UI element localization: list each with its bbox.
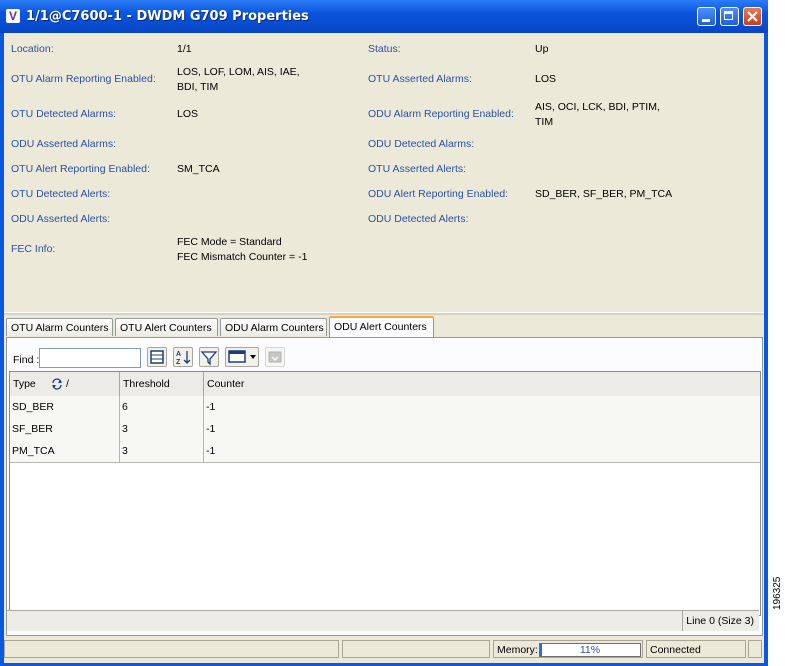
column-header-threshold[interactable]: Threshold (120, 372, 204, 396)
refresh-sort-icon (52, 378, 62, 390)
column-header-type[interactable]: Type / (10, 372, 120, 396)
memory-progress-bar: 11% (539, 643, 641, 657)
close-button[interactable] (743, 7, 762, 26)
otu-detected-alarms-label: OTU Detected Alarms: (11, 108, 117, 120)
properties-window: V 1/1@C7600-1 - DWDM G709 Properties Loc… (0, 0, 768, 666)
title-bar[interactable]: V 1/1@C7600-1 - DWDM G709 Properties (0, 0, 768, 33)
odu-alarm-reporting-label: ODU Alarm Reporting Enabled: (368, 108, 514, 120)
table-status-bar: Line 0 (Size 3) (7, 610, 759, 631)
status-cell-1 (4, 640, 339, 658)
alert-counters-table: Type / Threshold Counter SD_BER 6 -1 SF_… (9, 371, 761, 616)
maximize-icon (724, 11, 733, 20)
fec-info-value-line2: FEC Mismatch Counter = -1 (177, 251, 308, 263)
sort-order-indicator: / (66, 378, 69, 390)
cell-counter: -1 (206, 401, 216, 413)
otu-asserted-alarms-label: OTU Asserted Alarms: (368, 73, 472, 85)
otu-detected-alarms-value: LOS (177, 108, 199, 120)
table-header: Type / Threshold Counter (10, 372, 760, 397)
odu-asserted-alarms-label: ODU Asserted Alarms: (11, 138, 117, 150)
sort-az-icon: A Z (176, 351, 191, 366)
odu-alert-counters-panel: Find : A Z Type / Threshold Counter SD_B… (6, 337, 763, 636)
status-value: Up (535, 43, 549, 55)
find-input[interactable] (39, 348, 141, 368)
tab-otu-alert-counters[interactable]: OTU Alert Counters (115, 318, 218, 336)
fec-info-value-line1: FEC Mode = Standard (177, 236, 282, 248)
filter-button[interactable] (199, 347, 219, 367)
app-icon[interactable]: V (6, 9, 20, 23)
column-header-counter[interactable]: Counter (204, 372, 760, 396)
table-view-icon (150, 350, 164, 364)
otu-asserted-alarms-value: LOS (535, 73, 557, 85)
odu-detected-alerts-label: ODU Detected Alerts: (368, 213, 469, 225)
table-line-info: Line 0 (Size 3) (682, 611, 757, 631)
otu-alert-reporting-label: OTU Alert Reporting Enabled: (11, 163, 150, 175)
table-row[interactable]: SD_BER 6 -1 (10, 396, 760, 419)
resize-grip[interactable] (748, 640, 762, 658)
columns-dropdown-button[interactable] (225, 347, 259, 367)
fec-info-label: FEC Info: (11, 243, 56, 255)
svg-text:A: A (176, 351, 181, 358)
otu-alert-reporting-value: SM_TCA (177, 163, 220, 175)
sort-button[interactable]: A Z (173, 347, 193, 367)
odu-alert-reporting-value: SD_BER, SF_BER, PM_TCA (535, 188, 673, 200)
cell-type: PM_TCA (10, 440, 120, 462)
table-view-button[interactable] (147, 347, 167, 367)
otu-alarm-reporting-value-line2: BDI, TIM (177, 81, 219, 93)
tab-odu-alarm-counters[interactable]: ODU Alarm Counters (220, 318, 327, 336)
status-cell-2 (342, 640, 490, 658)
maximize-button[interactable] (720, 7, 739, 26)
panel-divider[interactable] (4, 312, 764, 315)
odu-asserted-alerts-label: ODU Asserted Alerts: (11, 213, 111, 225)
cell-type: SF_BER (10, 418, 120, 440)
memory-indicator: Memory: 11% (493, 640, 643, 658)
odu-alert-reporting-label: ODU Alert Reporting Enabled: (368, 188, 509, 200)
export-icon (268, 351, 282, 363)
filter-icon (200, 351, 218, 366)
otu-detected-alerts-label: OTU Detected Alerts: (11, 188, 111, 200)
close-icon (747, 11, 758, 22)
cell-type: SD_BER (10, 396, 120, 418)
status-bar: Memory: 11% Connected (4, 636, 764, 663)
memory-percent: 11% (579, 644, 601, 656)
figure-id-label: 196325 (772, 576, 783, 610)
otu-alarm-reporting-label: OTU Alarm Reporting Enabled: (11, 73, 156, 85)
minimize-icon (702, 19, 710, 22)
cell-threshold: 3 (120, 418, 204, 440)
status-label: Status: (368, 43, 401, 55)
location-label: Location: (11, 43, 54, 55)
cell-counter: -1 (206, 445, 216, 457)
window-title: 1/1@C7600-1 - DWDM G709 Properties (26, 9, 309, 24)
odu-alarm-reporting-value-line2: TIM (535, 116, 554, 128)
tab-otu-alarm-counters[interactable]: OTU Alarm Counters (6, 318, 113, 336)
otu-alarm-reporting-value-line1: LOS, LOF, LOM, AIS, IAE, (177, 66, 300, 78)
export-button[interactable] (265, 347, 285, 367)
table-toolbar: Find : A Z (7, 342, 762, 370)
svg-text:Z: Z (176, 359, 181, 366)
odu-alarm-reporting-value-line1: AIS, OCI, LCK, BDI, PTIM, (535, 101, 660, 113)
properties-panel: Location: 1/1 Status: Up OTU Alarm Repor… (4, 33, 764, 311)
tab-odu-alert-counters[interactable]: ODU Alert Counters (329, 316, 434, 338)
window-client: Location: 1/1 Status: Up OTU Alarm Repor… (4, 33, 764, 663)
memory-label: Memory: (497, 644, 538, 656)
cell-counter: -1 (206, 423, 216, 435)
column-header-type-label: Type (13, 378, 36, 390)
connection-status: Connected (646, 640, 746, 658)
table-row[interactable]: SF_BER 3 -1 (10, 418, 760, 441)
cell-threshold: 6 (120, 396, 204, 418)
table-row[interactable]: PM_TCA 3 -1 (10, 440, 760, 463)
cell-threshold: 3 (120, 440, 204, 462)
minimize-button[interactable] (697, 7, 716, 26)
odu-detected-alarms-label: ODU Detected Alarms: (368, 138, 475, 150)
location-value: 1/1 (177, 43, 192, 55)
otu-asserted-alerts-label: OTU Asserted Alerts: (368, 163, 467, 175)
columns-dropdown-icon (228, 350, 256, 363)
find-label: Find : (13, 354, 40, 366)
